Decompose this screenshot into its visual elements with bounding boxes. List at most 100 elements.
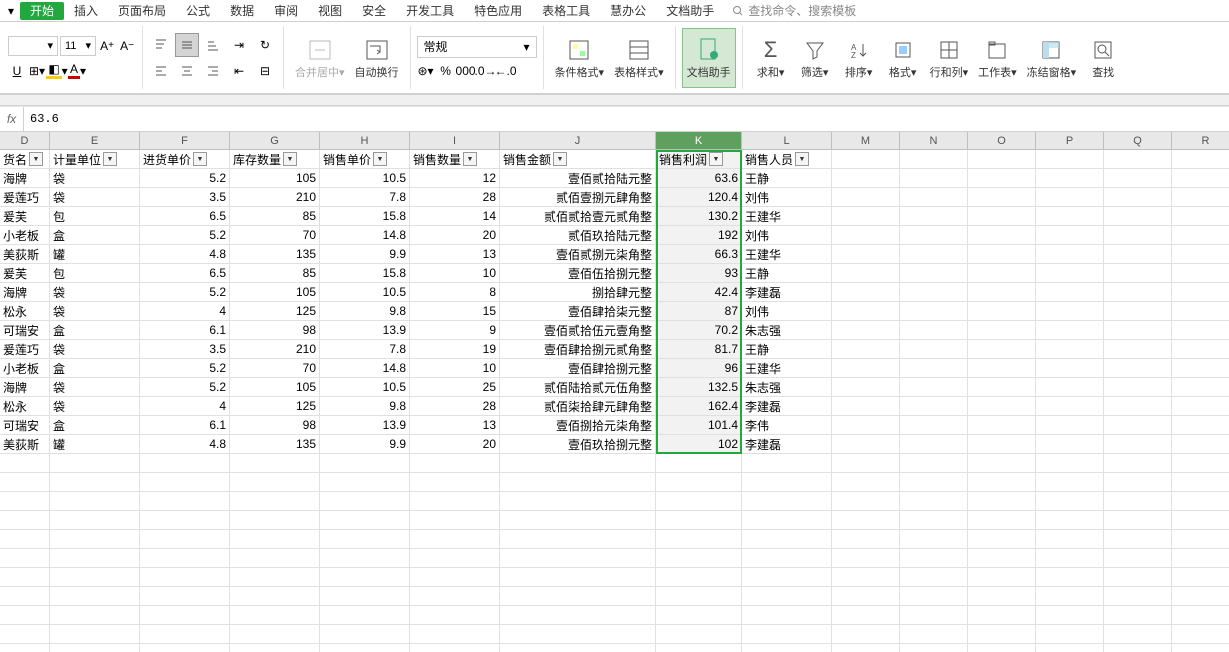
empty-cell[interactable] bbox=[1172, 397, 1229, 415]
empty-row[interactable] bbox=[0, 587, 1229, 606]
empty-cell[interactable] bbox=[1036, 169, 1104, 187]
empty-cell[interactable] bbox=[968, 454, 1036, 472]
empty-cell[interactable] bbox=[1036, 568, 1104, 586]
empty-cell[interactable] bbox=[320, 530, 410, 548]
empty-cell[interactable] bbox=[1172, 302, 1229, 320]
increase-font-icon[interactable]: A+ bbox=[98, 37, 116, 55]
empty-cell[interactable] bbox=[1104, 549, 1172, 567]
menu-item-10[interactable]: 表格工具 bbox=[532, 2, 600, 20]
cell[interactable]: 贰佰贰拾壹元贰角整 bbox=[500, 207, 656, 225]
empty-cell[interactable] bbox=[500, 606, 656, 624]
cell[interactable]: 4.8 bbox=[140, 245, 230, 263]
cell[interactable]: 王建华 bbox=[742, 359, 832, 377]
empty-cell[interactable] bbox=[900, 511, 968, 529]
freeze-panes-button[interactable]: 冻结窗格▾ bbox=[1022, 28, 1082, 88]
empty-cell[interactable] bbox=[230, 549, 320, 567]
empty-cell[interactable] bbox=[1172, 283, 1229, 301]
rowcol-button[interactable]: 行和列▾ bbox=[925, 28, 974, 88]
empty-cell[interactable] bbox=[320, 492, 410, 510]
empty-cell[interactable] bbox=[1104, 264, 1172, 282]
empty-cell[interactable] bbox=[656, 549, 742, 567]
column-header[interactable]: J bbox=[500, 132, 656, 149]
empty-cell[interactable] bbox=[832, 454, 900, 472]
table-row[interactable]: 可瑞安盒6.19813.913壹佰捌拾元柒角整101.4李伟 bbox=[0, 416, 1229, 435]
empty-cell[interactable] bbox=[140, 511, 230, 529]
empty-cell[interactable] bbox=[968, 245, 1036, 263]
empty-cell[interactable] bbox=[832, 207, 900, 225]
empty-cell[interactable] bbox=[320, 454, 410, 472]
empty-row[interactable] bbox=[0, 511, 1229, 530]
cell[interactable]: 87 bbox=[656, 302, 742, 320]
empty-cell[interactable] bbox=[230, 492, 320, 510]
empty-cell[interactable] bbox=[320, 606, 410, 624]
menu-item-6[interactable]: 视图 bbox=[308, 2, 352, 20]
cell[interactable]: 李伟 bbox=[742, 416, 832, 434]
merge-center-button[interactable]: 合并居中▾ bbox=[290, 28, 350, 88]
border-icon[interactable]: ⊞▾ bbox=[28, 62, 46, 80]
percent-icon[interactable]: % bbox=[437, 62, 455, 80]
cell[interactable]: 105 bbox=[230, 169, 320, 187]
cell[interactable]: 海牌 bbox=[0, 169, 50, 187]
font-color-icon[interactable]: A▾ bbox=[68, 62, 86, 80]
filter-header-cell[interactable]: 销售金额▼ bbox=[500, 150, 656, 168]
cell[interactable]: 105 bbox=[230, 378, 320, 396]
empty-cell[interactable] bbox=[410, 492, 500, 510]
increase-decimal-icon[interactable]: .0→ bbox=[477, 62, 495, 80]
cell[interactable]: 贰佰壹捌元肆角整 bbox=[500, 188, 656, 206]
empty-cell[interactable] bbox=[320, 511, 410, 529]
empty-cell[interactable] bbox=[230, 568, 320, 586]
wrap-text-button[interactable]: 自动换行 bbox=[350, 28, 404, 88]
empty-cell[interactable] bbox=[140, 530, 230, 548]
empty-cell[interactable] bbox=[832, 397, 900, 415]
empty-cell[interactable] bbox=[900, 150, 968, 168]
cell[interactable]: 105 bbox=[230, 283, 320, 301]
empty-cell[interactable] bbox=[1036, 625, 1104, 643]
cell[interactable]: 28 bbox=[410, 397, 500, 415]
empty-cell[interactable] bbox=[900, 568, 968, 586]
empty-row[interactable] bbox=[0, 568, 1229, 587]
empty-cell[interactable] bbox=[968, 359, 1036, 377]
empty-cell[interactable] bbox=[1104, 454, 1172, 472]
format-button[interactable]: 格式▾ bbox=[881, 28, 925, 88]
menu-item-1[interactable]: 插入 bbox=[64, 2, 108, 20]
cell[interactable]: 袋 bbox=[50, 283, 140, 301]
find-button[interactable]: 查找 bbox=[1081, 28, 1125, 88]
cell[interactable]: 贰佰玖拾陆元整 bbox=[500, 226, 656, 244]
empty-cell[interactable] bbox=[0, 473, 50, 491]
cell[interactable]: 4 bbox=[140, 397, 230, 415]
empty-cell[interactable] bbox=[1172, 207, 1229, 225]
empty-cell[interactable] bbox=[140, 606, 230, 624]
empty-cell[interactable] bbox=[1172, 169, 1229, 187]
cell[interactable]: 王静 bbox=[742, 169, 832, 187]
empty-cell[interactable] bbox=[0, 549, 50, 567]
filter-dropdown-icon[interactable]: ▼ bbox=[373, 152, 387, 166]
menu-item-2[interactable]: 页面布局 bbox=[108, 2, 176, 20]
filter-header-cell[interactable]: 销售人员▼ bbox=[742, 150, 832, 168]
empty-cell[interactable] bbox=[832, 245, 900, 263]
column-header[interactable]: K bbox=[656, 132, 742, 149]
filter-dropdown-icon[interactable]: ▼ bbox=[463, 152, 477, 166]
menu-item-9[interactable]: 特色应用 bbox=[464, 2, 532, 20]
empty-cell[interactable] bbox=[832, 150, 900, 168]
cell[interactable]: 王建华 bbox=[742, 245, 832, 263]
empty-cell[interactable] bbox=[968, 568, 1036, 586]
empty-cell[interactable] bbox=[900, 606, 968, 624]
empty-cell[interactable] bbox=[230, 644, 320, 652]
cell[interactable]: 壹佰肆拾捌元贰角整 bbox=[500, 340, 656, 358]
cell[interactable]: 朱志强 bbox=[742, 321, 832, 339]
align-bottom-icon[interactable] bbox=[201, 33, 225, 57]
filter-header-cell[interactable]: 销售单价▼ bbox=[320, 150, 410, 168]
empty-cell[interactable] bbox=[410, 473, 500, 491]
empty-cell[interactable] bbox=[742, 644, 832, 652]
empty-cell[interactable] bbox=[0, 530, 50, 548]
cell[interactable]: 罐 bbox=[50, 435, 140, 453]
empty-cell[interactable] bbox=[900, 473, 968, 491]
cell[interactable]: 15 bbox=[410, 302, 500, 320]
cell[interactable]: 13 bbox=[410, 416, 500, 434]
empty-cell[interactable] bbox=[1036, 416, 1104, 434]
cell[interactable]: 81.7 bbox=[656, 340, 742, 358]
empty-cell[interactable] bbox=[656, 644, 742, 652]
table-row[interactable]: 爰芙包6.58515.814贰佰贰拾壹元贰角整130.2王建华 bbox=[0, 207, 1229, 226]
empty-cell[interactable] bbox=[968, 587, 1036, 605]
cell[interactable]: 20 bbox=[410, 226, 500, 244]
